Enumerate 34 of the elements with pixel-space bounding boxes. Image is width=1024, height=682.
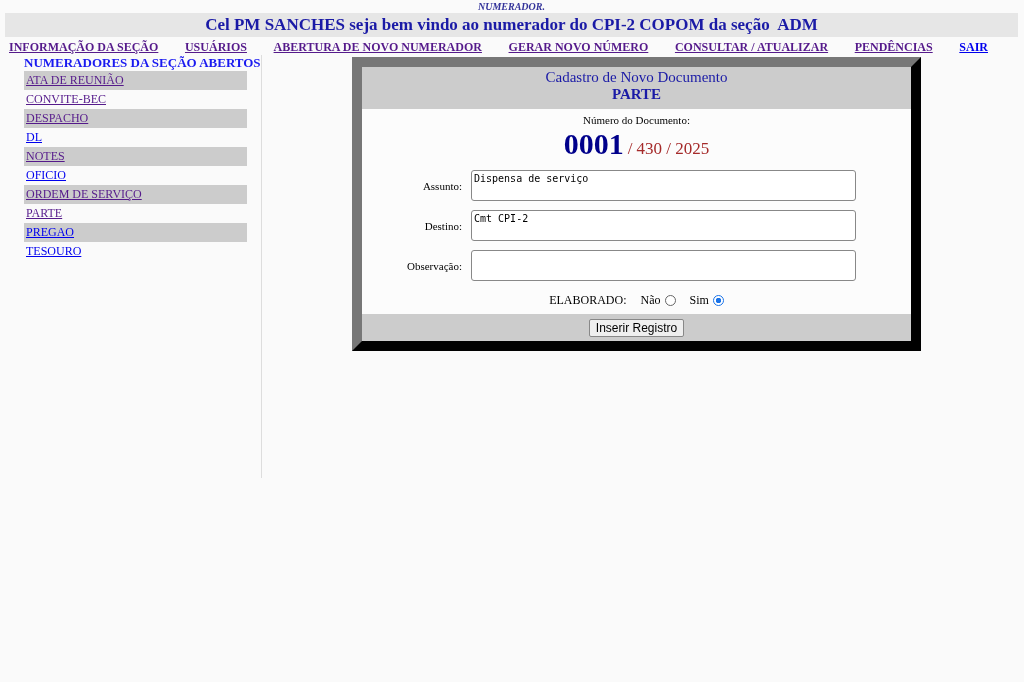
sidebar-title: NUMERADORES DA SEÇÃO ABERTOS: [24, 55, 261, 71]
nav-link[interactable]: ABERTURA DE NOVO NUMERADOR: [273, 40, 482, 55]
elaborado-label: ELABORADO:: [549, 292, 627, 308]
radio-label: Não: [640, 292, 661, 308]
field-label: Observação:: [406, 259, 463, 272]
sidebar-link[interactable]: PREGAO: [26, 225, 74, 240]
number-label: Número do Documento:: [582, 114, 691, 126]
text-field[interactable]: [471, 250, 856, 281]
sidebar-link[interactable]: TESOURO: [26, 244, 82, 259]
text-field[interactable]: Cmt CPI-2: [471, 210, 856, 241]
nav-link[interactable]: USUÁRIOS: [184, 40, 247, 55]
sidebar-link[interactable]: CONVITE-BEC: [26, 92, 106, 107]
sidebar-link[interactable]: NOTES: [26, 149, 65, 164]
text-field[interactable]: Dispensa de serviço: [471, 170, 856, 201]
number-suffix: / 430 / 2025: [627, 139, 710, 158]
nav-link[interactable]: CONSULTAR / ATUALIZAR: [674, 40, 829, 55]
sidebar-link[interactable]: DL: [26, 130, 42, 145]
field-label: Destino:: [423, 219, 463, 232]
submit-button[interactable]: Inserir Registro: [588, 319, 685, 337]
radio-label: Sim: [689, 292, 709, 308]
page-label: NUMERADOR.: [477, 2, 546, 12]
sidebar-link[interactable]: OFICIO: [26, 168, 66, 183]
document-number: 0001: [563, 127, 624, 160]
form-title: Cadastro de Novo Documento: [544, 69, 729, 86]
nav-link[interactable]: PENDÊNCIAS: [854, 40, 933, 55]
welcome-banner: Cel PM SANCHES seja bem vindo ao numerador do CPI-2 COPOM da seção ADM: [5, 13, 1018, 37]
radio-button[interactable]: [712, 294, 724, 306]
document-type: PARTE: [610, 86, 663, 103]
nav-link[interactable]: INFORMAÇÃO DA SEÇÃO: [9, 40, 159, 55]
sidebar-link[interactable]: PARTE: [26, 206, 63, 221]
radio-button[interactable]: [664, 294, 676, 306]
field-label: Assunto:: [421, 179, 463, 192]
nav-link[interactable]: SAIR: [959, 40, 988, 55]
nav-link[interactable]: GERAR NOVO NÚMERO: [508, 40, 649, 55]
